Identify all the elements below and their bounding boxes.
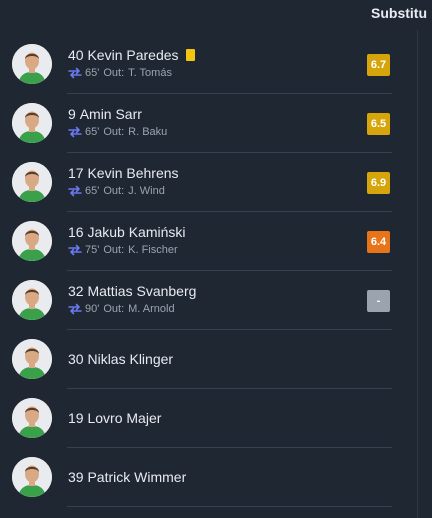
player-row[interactable]: 30 Niklas Klinger xyxy=(0,330,432,389)
player-avatar xyxy=(12,339,52,379)
out-label: Out: xyxy=(103,126,125,138)
player-name-line: 32 Mattias Svanberg xyxy=(68,282,196,300)
out-label: Out: xyxy=(103,244,125,256)
out-player-name: J. Wind xyxy=(128,185,165,197)
substitution-minute: 65' xyxy=(85,126,100,138)
player-row[interactable]: 16 Jakub Kamiński 75' Out: K. Fischer 6.4 xyxy=(0,212,432,271)
out-player-name: R. Baku xyxy=(128,126,168,138)
player-name-line: 9 Amin Sarr xyxy=(68,105,142,123)
substitution-icon xyxy=(68,185,82,197)
player-name: Niklas Klinger xyxy=(87,351,174,367)
row-divider xyxy=(67,506,392,507)
player-row[interactable]: 19 Lovro Majer xyxy=(0,389,432,448)
substitution-icon xyxy=(68,244,82,256)
player-name-line: 30 Niklas Klinger xyxy=(68,350,173,368)
substitution-minute: 65' xyxy=(85,185,100,197)
player-name: Mattias Svanberg xyxy=(87,283,197,299)
player-number: 39 xyxy=(68,469,84,485)
player-avatar xyxy=(12,398,52,438)
substitutes-header: Substitu xyxy=(0,0,432,30)
player-number: 16 xyxy=(68,224,84,240)
player-number: 32 xyxy=(68,283,84,299)
out-player-name: M. Arnold xyxy=(128,303,175,315)
player-name-line: 19 Lovro Majer xyxy=(68,409,161,427)
player-name: Lovro Majer xyxy=(87,410,162,426)
out-label: Out: xyxy=(103,67,125,79)
substitution-info: 90' Out: M. Arnold xyxy=(68,303,175,315)
substitution-info: 65' Out: J. Wind xyxy=(68,185,165,197)
player-avatar xyxy=(12,103,52,143)
player-row[interactable]: 32 Mattias Svanberg 90' Out: M. Arnold - xyxy=(0,271,432,330)
rating-badge: 6.5 xyxy=(367,113,390,135)
player-name-line: 17 Kevin Behrens xyxy=(68,164,179,182)
rating-badge: 6.7 xyxy=(367,54,390,76)
player-avatar xyxy=(12,280,52,320)
substitution-info: 65' Out: T. Tomás xyxy=(68,67,172,79)
player-avatar xyxy=(12,457,52,497)
out-player-name: T. Tomás xyxy=(128,67,172,79)
player-avatar xyxy=(12,162,52,202)
panel-title: Substitu xyxy=(371,5,427,21)
player-name: Jakub Kamiński xyxy=(87,224,186,240)
player-name: Kevin Paredes xyxy=(87,47,179,63)
substitution-minute: 65' xyxy=(85,67,100,79)
out-player-name: K. Fischer xyxy=(128,244,178,256)
rating-badge: 6.9 xyxy=(367,172,390,194)
player-name: Kevin Behrens xyxy=(87,165,179,181)
player-name-line: 40 Kevin Paredes xyxy=(68,46,195,64)
player-row[interactable]: 39 Patrick Wimmer xyxy=(0,448,432,507)
substitution-icon xyxy=(68,303,82,315)
yellow-card-icon xyxy=(185,49,195,61)
substitution-info: 75' Out: K. Fischer xyxy=(68,244,178,256)
player-row[interactable]: 17 Kevin Behrens 65' Out: J. Wind 6.9 xyxy=(0,153,432,212)
rating-badge: - xyxy=(367,290,390,312)
player-avatar xyxy=(12,221,52,261)
player-name-line: 39 Patrick Wimmer xyxy=(68,468,186,486)
substitution-icon xyxy=(68,67,82,79)
player-row[interactable]: 40 Kevin Paredes 65' Out: T. Tomás 6.7 xyxy=(0,35,432,94)
player-name: Amin Sarr xyxy=(79,106,142,122)
player-number: 9 xyxy=(68,106,76,122)
substitution-minute: 90' xyxy=(85,303,100,315)
out-label: Out: xyxy=(103,185,125,197)
substitution-icon xyxy=(68,126,82,138)
player-name: Patrick Wimmer xyxy=(87,469,187,485)
rating-badge: 6.4 xyxy=(367,231,390,253)
substitution-info: 65' Out: R. Baku xyxy=(68,126,167,138)
player-row[interactable]: 9 Amin Sarr 65' Out: R. Baku 6.5 xyxy=(0,94,432,153)
substitution-minute: 75' xyxy=(85,244,100,256)
player-number: 17 xyxy=(68,165,84,181)
out-label: Out: xyxy=(103,303,125,315)
player-name-line: 16 Jakub Kamiński xyxy=(68,223,186,241)
player-avatar xyxy=(12,44,52,84)
player-number: 30 xyxy=(68,351,84,367)
player-number: 19 xyxy=(68,410,84,426)
player-number: 40 xyxy=(68,47,84,63)
